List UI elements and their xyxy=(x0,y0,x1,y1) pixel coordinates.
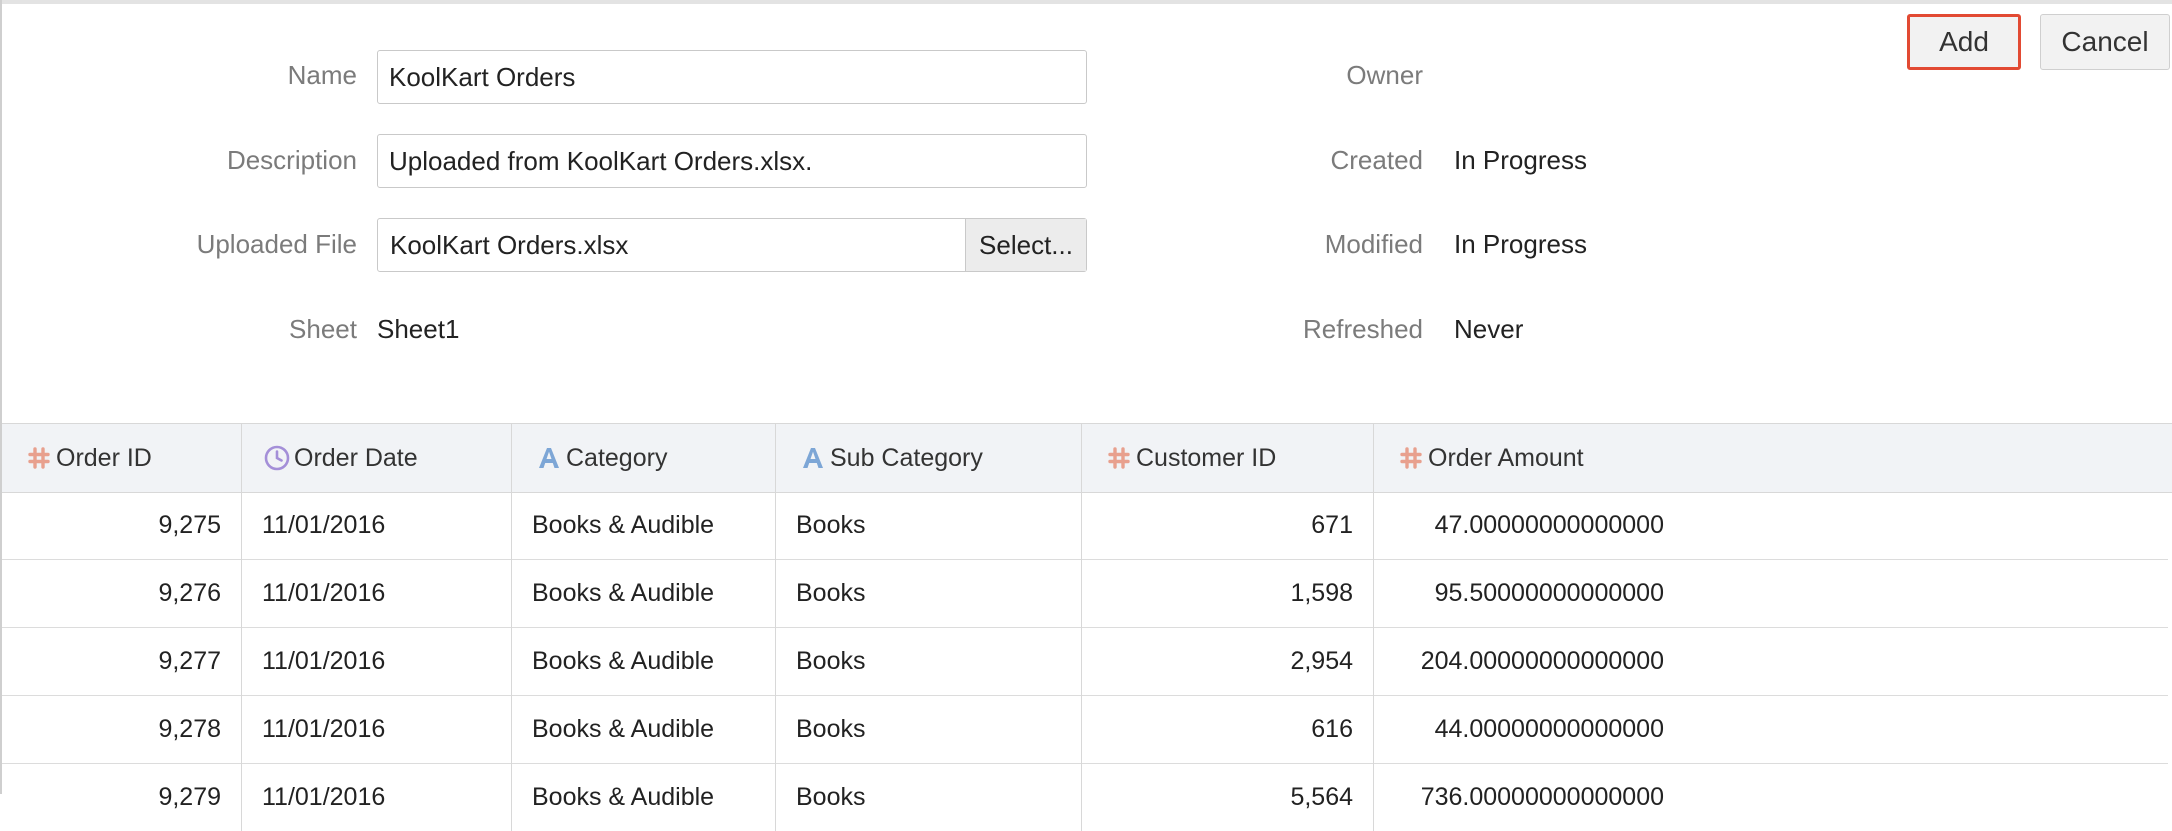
column-header-order-date[interactable]: Order Date xyxy=(242,424,512,492)
cell-sub-category: Books xyxy=(776,627,1082,695)
sheet-label: Sheet xyxy=(289,314,357,344)
uploaded-file-field: KoolKart Orders.xlsx Select... xyxy=(377,218,1087,272)
cell-sub-category: Books xyxy=(776,491,1082,559)
refreshed-label: Refreshed xyxy=(1303,314,1423,344)
cell-category: Books & Audible xyxy=(512,695,776,763)
column-header-customer-id[interactable]: Customer ID xyxy=(1082,424,1374,492)
cell-order-date: 11/01/2016 xyxy=(242,763,512,831)
cell-customer-id: 1,598 xyxy=(1082,559,1374,627)
column-header-sub-category[interactable]: Sub Category xyxy=(776,424,1082,492)
hash-icon xyxy=(26,445,52,471)
cell-customer-id: 616 xyxy=(1082,695,1374,763)
cell-order-amount: 44.00000000000000 xyxy=(1434,714,1664,743)
cell-category: Books & Audible xyxy=(512,627,776,695)
uploaded-file-name: KoolKart Orders.xlsx xyxy=(390,229,629,260)
text-a-icon xyxy=(536,445,562,471)
cell-order-amount: 204.00000000000000 xyxy=(1420,646,1664,675)
column-header-label: Order Amount xyxy=(1428,443,1584,472)
cell-order-id: 9,276 xyxy=(2,559,242,627)
table-row: 9,279 11/01/2016 Books & Audible Books 5… xyxy=(2,763,2168,831)
hash-icon xyxy=(1398,445,1424,471)
add-button[interactable]: Add xyxy=(1907,14,2021,70)
text-a-icon xyxy=(800,445,826,471)
cell-order-amount: 95.50000000000000 xyxy=(1434,578,1664,607)
created-value: In Progress xyxy=(1454,145,1587,175)
column-header-order-id[interactable]: Order ID xyxy=(2,424,242,492)
cell-customer-id: 2,954 xyxy=(1082,627,1374,695)
column-header-label: Customer ID xyxy=(1136,443,1277,472)
name-label: Name xyxy=(287,60,357,90)
cell-order-date: 11/01/2016 xyxy=(242,559,512,627)
cell-category: Books & Audible xyxy=(512,763,776,831)
table-row: 9,278 11/01/2016 Books & Audible Books 6… xyxy=(2,695,2168,764)
cell-order-id: 9,278 xyxy=(2,695,242,763)
modified-label: Modified xyxy=(1324,229,1423,259)
cell-sub-category: Books xyxy=(776,695,1082,763)
cell-order-amount: 736.00000000000000 xyxy=(1420,782,1664,811)
description-value: Uploaded from KoolKart Orders.xlsx. xyxy=(389,145,813,176)
column-header-category[interactable]: Category xyxy=(512,424,776,492)
uploaded-file-label: Uploaded File xyxy=(196,229,357,259)
column-header-order-amount[interactable]: Order Amount xyxy=(1374,424,2172,492)
sheet-value: Sheet1 xyxy=(377,314,460,344)
cell-order-date: 11/01/2016 xyxy=(242,627,512,695)
cell-customer-id: 5,564 xyxy=(1082,763,1374,831)
select-file-button[interactable]: Select... xyxy=(965,219,1086,271)
cell-order-date: 11/01/2016 xyxy=(242,491,512,559)
cell-category: Books & Audible xyxy=(512,559,776,627)
name-value: KoolKart Orders xyxy=(389,61,576,92)
refreshed-value: Never xyxy=(1454,314,1524,344)
owner-label: Owner xyxy=(1346,60,1423,90)
cell-order-id: 9,279 xyxy=(2,763,242,831)
grid-header: Order ID Order Date Category Sub Categor… xyxy=(2,423,2172,493)
cell-sub-category: Books xyxy=(776,559,1082,627)
column-header-label: Sub Category xyxy=(830,443,983,472)
table-row: 9,277 11/01/2016 Books & Audible Books 2… xyxy=(2,627,2168,696)
column-header-label: Category xyxy=(566,443,668,472)
description-label: Description xyxy=(226,145,357,175)
created-label: Created xyxy=(1330,145,1424,175)
table-row: 9,275 11/01/2016 Books & Audible Books 6… xyxy=(2,491,2168,560)
column-header-label: Order Date xyxy=(294,443,418,472)
hash-icon xyxy=(1106,445,1132,471)
cell-order-id: 9,275 xyxy=(2,491,242,559)
column-header-label: Order ID xyxy=(56,443,152,472)
description-field[interactable]: Uploaded from KoolKart Orders.xlsx. xyxy=(377,134,1087,188)
cell-category: Books & Audible xyxy=(512,491,776,559)
cell-sub-category: Books xyxy=(776,763,1082,831)
cell-order-amount: 47.00000000000000 xyxy=(1434,510,1664,539)
modified-value: In Progress xyxy=(1454,229,1587,259)
cell-order-date: 11/01/2016 xyxy=(242,695,512,763)
cancel-button[interactable]: Cancel xyxy=(2040,14,2170,70)
cell-order-id: 9,277 xyxy=(2,627,242,695)
table-row: 9,276 11/01/2016 Books & Audible Books 1… xyxy=(2,559,2168,628)
name-field[interactable]: KoolKart Orders xyxy=(377,50,1087,104)
cell-customer-id: 671 xyxy=(1082,491,1374,559)
top-border xyxy=(0,0,2172,4)
clock-icon xyxy=(264,445,290,471)
